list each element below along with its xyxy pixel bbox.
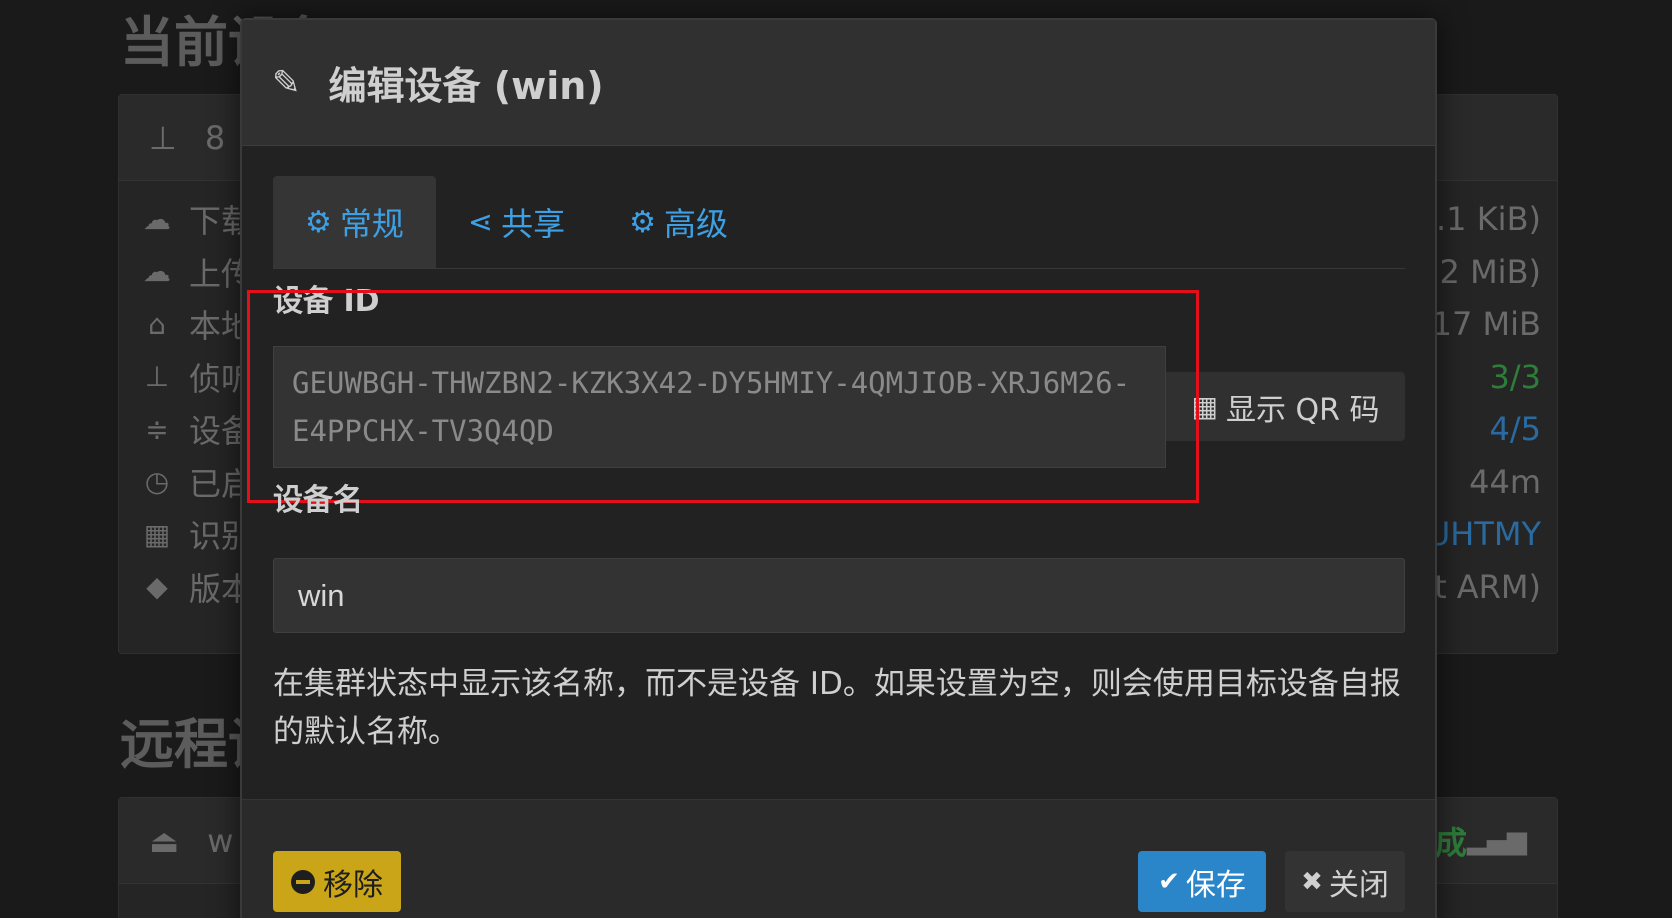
tag-icon: ◆ <box>146 570 168 603</box>
pencil-icon: ✎ <box>272 62 301 103</box>
save-button[interactable]: ✔ 保存 <box>1138 851 1266 912</box>
tab-advanced[interactable]: ⚙ 高级 <box>597 176 760 268</box>
remote-device-header-value: w <box>207 821 234 860</box>
show-qr-label: 显示 QR 码 <box>1225 392 1380 428</box>
device-id-label: 设备 ID <box>273 284 380 319</box>
close-icon: ✖ <box>1301 866 1323 897</box>
minus-circle-icon <box>291 869 315 894</box>
save-label: 保存 <box>1185 867 1246 903</box>
status-row-value: t ARM) <box>1434 567 1541 606</box>
sitemap-icon: ⊥ <box>149 118 177 157</box>
remote-device-status: 成 <box>1434 823 1467 862</box>
check-icon: ✔ <box>1158 866 1180 897</box>
desktop-icon: ⏏ <box>149 821 180 860</box>
device-id-field[interactable]: GEUWBGH-THWZBN2-KZK3X42-DY5HMIY-4QMJIOB-… <box>273 346 1166 468</box>
modal-title: 编辑设备 (win) <box>328 64 604 108</box>
tab-general-label: 常规 <box>339 205 404 243</box>
status-row-value: 4/5 <box>1489 410 1542 448</box>
tab-general[interactable]: ⚙ 常规 <box>273 176 436 268</box>
sitemap-icon: ⊥ <box>144 360 170 393</box>
status-row-value: 44m <box>1469 462 1541 501</box>
qrcode-icon: ▦ <box>1191 390 1218 423</box>
tab-sharing-label: 共享 <box>501 205 566 243</box>
current-device-header-value: 8 <box>204 118 226 157</box>
clock-icon: ◷ <box>144 465 170 498</box>
home-icon: ⌂ <box>148 307 166 341</box>
modal-tabs: ⚙ 常规 ⋖ 共享 ⚙ 高级 <box>273 176 1405 269</box>
status-row-value: 12 MiB) <box>1419 252 1541 291</box>
modal-header: ✎ 编辑设备 (win) <box>242 20 1435 146</box>
status-row-value: 3/3 <box>1489 357 1542 396</box>
show-qr-button[interactable]: ▦ 显示 QR 码 <box>1166 372 1405 441</box>
signal-icon: ▂▄▆ <box>1467 825 1527 856</box>
cloud-download-icon: ☁ <box>143 202 171 236</box>
signpost-icon: ≑ <box>145 412 169 446</box>
cloud-upload-icon: ☁ <box>143 255 171 288</box>
status-row-value: UHTMY <box>1426 515 1541 553</box>
close-label: 关闭 <box>1328 867 1389 903</box>
close-button[interactable]: ✖ 关闭 <box>1285 851 1405 912</box>
tab-advanced-label: 高级 <box>663 205 728 243</box>
device-name-input[interactable] <box>273 558 1405 633</box>
device-name-label: 设备名 <box>273 483 363 518</box>
device-name-help-text: 在集群状态中显示该名称，而不是设备 ID。如果设置为空，则会使用目标设备自报的默… <box>273 666 1401 750</box>
modal-footer: 移除 ✔ 保存 ✖ 关闭 <box>242 799 1435 918</box>
edit-device-modal: ✎ 编辑设备 (win) ⚙ 常规 ⋖ 共享 ⚙ 高级 设备 ID GEUWBG… <box>240 18 1437 918</box>
gear-icon: ⚙ <box>305 204 332 240</box>
tab-sharing[interactable]: ⋖ 共享 <box>436 176 597 268</box>
share-icon: ⋖ <box>467 204 494 240</box>
gears-icon: ⚙ <box>629 204 656 240</box>
qrcode-icon: ▦ <box>143 517 171 551</box>
remove-button[interactable]: 移除 <box>273 851 401 912</box>
status-row-value: .17 MiB <box>1421 305 1541 343</box>
remove-label: 移除 <box>323 867 383 903</box>
